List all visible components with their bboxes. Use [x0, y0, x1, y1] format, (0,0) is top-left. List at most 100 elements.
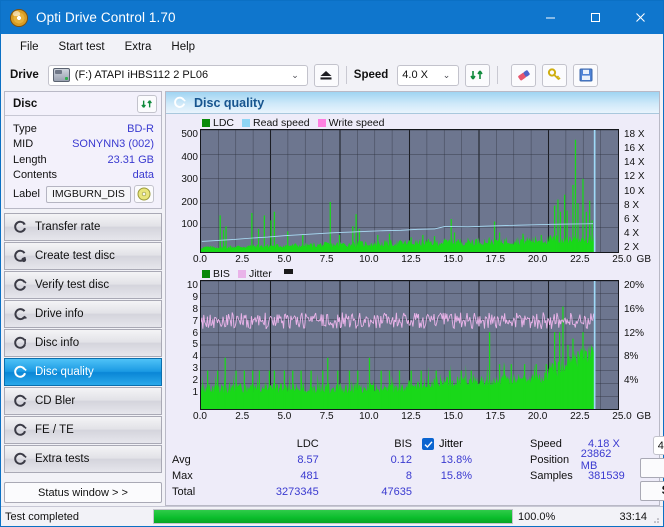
- y2-tick: 12 X: [624, 171, 645, 183]
- sidebar-item-disc-info[interactable]: Disc info: [4, 329, 162, 357]
- jitter-max-value: 15.8%: [440, 470, 472, 482]
- sidebar-item-disc-quality[interactable]: Disc quality: [4, 358, 162, 386]
- y-tick: 7: [192, 315, 198, 327]
- speed-select[interactable]: 4.0 X ⌄: [397, 64, 460, 86]
- x-tick: 5.0: [277, 411, 292, 422]
- sidebar-item-label: Verify test disc: [35, 279, 110, 291]
- sidebar-item-label: Create test disc: [35, 250, 115, 262]
- eject-button[interactable]: [313, 63, 339, 87]
- sidebar-item-label: Drive info: [35, 308, 84, 320]
- save-button[interactable]: [573, 63, 599, 87]
- disc-panel-header: Disc: [5, 92, 161, 116]
- x-tick: 5.0: [277, 254, 292, 265]
- app-window: Opti Drive Control 1.70 File Start test …: [0, 0, 664, 527]
- minimize-button[interactable]: [528, 1, 573, 34]
- refresh-button[interactable]: [465, 63, 491, 87]
- sidebar-item-extra-tests[interactable]: Extra tests: [4, 445, 162, 473]
- run-info: Speed 4.18 X Position 23862 MB Samples 3…: [530, 436, 664, 501]
- y2-tick: 16%: [624, 303, 645, 315]
- disc-quality-icon: [174, 96, 186, 108]
- start-full-button[interactable]: Start full: [639, 458, 664, 478]
- eraser-button[interactable]: [511, 63, 537, 87]
- y-tick: 400: [181, 151, 198, 163]
- y-tick: 3: [192, 363, 198, 375]
- y-tick: 500: [181, 129, 198, 140]
- disc-refresh-button[interactable]: [137, 94, 157, 113]
- x-tick: 2.5: [235, 411, 250, 422]
- y-tick: 9: [192, 291, 198, 303]
- legend-label: Write speed: [328, 116, 385, 129]
- sidebar-item-fe-te[interactable]: FE / TE: [4, 416, 162, 444]
- stats-bis-value: 47635: [381, 486, 413, 498]
- sidebar-item-create-test-disc[interactable]: Create test disc: [4, 242, 162, 270]
- stats-ldc-value: 8.57: [297, 454, 319, 466]
- close-button[interactable]: [618, 1, 663, 34]
- run-info-values: Speed 4.18 X Position 23862 MB Samples 3…: [530, 436, 625, 501]
- x-tick: 12.5: [401, 254, 421, 265]
- y2-tick: 8%: [624, 351, 639, 363]
- sidebar-item-transfer-rate[interactable]: Transfer rate: [4, 213, 162, 241]
- menu-help[interactable]: Help: [161, 38, 205, 56]
- y2-tick: 8 X: [624, 199, 640, 211]
- sidebar-item-label: CD Bler: [35, 395, 76, 407]
- top-chart-legend: LDC Read speed Write speed: [170, 116, 655, 129]
- top-chart-plot: [200, 129, 619, 253]
- app-disc-icon: [10, 8, 28, 27]
- progress-percent: 100.0%: [518, 510, 556, 523]
- sidebar-item-cd-bler[interactable]: CD Bler: [4, 387, 162, 415]
- samples-row: Samples 381539: [530, 468, 625, 484]
- menu-file[interactable]: File: [10, 38, 49, 56]
- legend-label: LDC: [213, 116, 235, 129]
- disc-row-type-value: BD-R: [127, 122, 154, 135]
- cd-bler-icon: [13, 394, 28, 409]
- stats-area: LDC BIS Avg 8.57 0.12 Max 481 8 Total 32…: [166, 434, 664, 505]
- stats-bis-value: 0.12: [390, 454, 413, 466]
- legend-swatch-jitter: [237, 269, 246, 278]
- sidebar-item-verify-test-disc[interactable]: Verify test disc: [4, 271, 162, 299]
- top-plot-row: 500 400 300 200 100 0 18 X: [170, 129, 655, 253]
- sidebar-item-label: Transfer rate: [35, 221, 101, 233]
- progress-bar: [153, 509, 513, 524]
- legend-item-bis: BIS: [202, 268, 230, 280]
- maximize-button[interactable]: [573, 1, 618, 34]
- disc-row-contents-value: data: [132, 169, 154, 182]
- test-speed-value: 4.0 X: [657, 439, 664, 452]
- top-chart-block: LDC Read speed Write speed 500 400 300 2…: [170, 116, 655, 267]
- sidebar-item-label: Disc info: [35, 337, 80, 349]
- disc-label-disc-icon-button[interactable]: [134, 185, 154, 203]
- speed-label: Speed: [353, 69, 389, 81]
- y2-tick: 20%: [624, 280, 645, 291]
- window-title: Opti Drive Control 1.70: [36, 10, 176, 25]
- bottom-chart-plot: [200, 280, 619, 410]
- jitter-checkbox-row[interactable]: Jitter: [422, 436, 530, 452]
- stats-header-row: LDC BIS: [172, 436, 422, 452]
- menu-start-test[interactable]: Start test: [49, 38, 115, 56]
- drive-select[interactable]: (F:) ATAPI iHBS112 2 PL06 ⌄: [47, 64, 308, 86]
- test-speed-select[interactable]: 4.0 X ⌄: [652, 436, 664, 455]
- menu-extra[interactable]: Extra: [115, 38, 162, 56]
- disc-label-value: IMGBURN_DIS: [45, 185, 131, 203]
- disc-quality-icon: [13, 365, 28, 380]
- start-part-button[interactable]: Start part: [639, 481, 664, 501]
- x-axis-unit: GB: [636, 254, 651, 265]
- status-window-button[interactable]: Status window > >: [4, 482, 162, 503]
- jitter-checkbox[interactable]: [422, 438, 434, 450]
- y-tick: 6: [192, 327, 198, 339]
- legend-item-read-speed: Read speed: [242, 117, 310, 129]
- resize-grip-icon[interactable]: [650, 514, 660, 524]
- y-tick: 5: [192, 339, 198, 351]
- legend-label: Jitter: [248, 267, 272, 280]
- jitter-avg-value: 13.8%: [440, 454, 472, 466]
- sidebar-item-label: Disc quality: [35, 366, 94, 378]
- jitter-column: Jitter 13.8% 15.8%: [422, 436, 530, 501]
- keys-button[interactable]: [542, 63, 568, 87]
- y-tick: 300: [181, 174, 198, 186]
- disc-row-mid-value: SONYNN3 (002): [72, 138, 154, 151]
- disc-panel: Disc Type BD-R MID SONYNN3 (002) Length …: [4, 91, 162, 209]
- jitter-label: Jitter: [439, 438, 463, 450]
- status-text: Test completed: [5, 510, 79, 523]
- scroll-marker[interactable]: [283, 268, 293, 274]
- y2-tick: 2 X: [624, 242, 640, 253]
- sidebar-item-drive-info[interactable]: Drive info: [4, 300, 162, 328]
- x-tick: 10.0: [359, 411, 379, 422]
